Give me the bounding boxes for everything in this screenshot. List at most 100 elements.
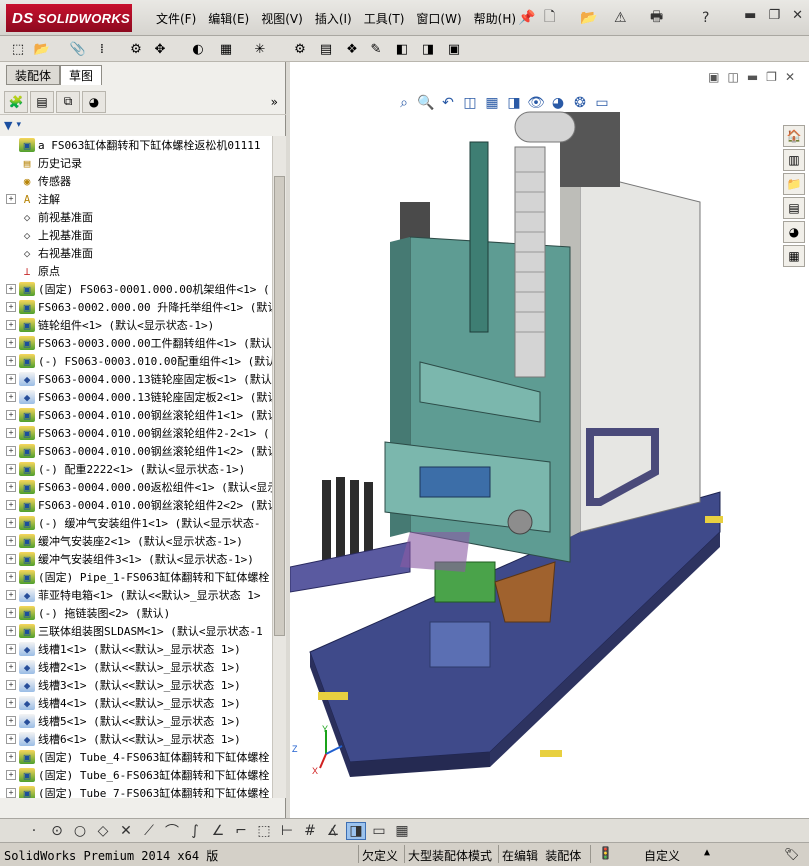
menu-view[interactable]: 视图(V) (255, 9, 309, 28)
reference-geometry-icon[interactable]: ✳ (250, 39, 270, 59)
tree-item[interactable]: ◇ 右视基准面 (0, 244, 272, 262)
move-component-icon[interactable]: ✥ (150, 39, 170, 59)
menu-insert[interactable]: 插入(I) (309, 9, 358, 28)
viewport-two-icon[interactable]: ◫ (727, 70, 738, 84)
edit-appearance-icon[interactable]: ◕ (549, 94, 567, 112)
property-manager-icon[interactable]: ▤ (30, 90, 54, 113)
menu-edit[interactable]: 编辑(E) (202, 9, 255, 28)
minimize-icon[interactable]: ▬ (744, 8, 756, 23)
clearance-verification-icon[interactable]: ◨ (418, 39, 438, 59)
expand-panel-icon[interactable]: » (271, 95, 278, 109)
tree-item[interactable]: + ◆ FS063-0004.000.13链轮座固定板2<1> (默认 (0, 388, 272, 406)
units-custom[interactable]: 自定义 (644, 847, 680, 864)
tree-item[interactable]: + ▣ (固定) Tube_7-FS063缸体翻转和下缸体螺栓 (0, 784, 272, 798)
exploded-view-icon[interactable]: ❖ (342, 39, 362, 59)
tree-item[interactable]: + ◆ 线槽1<1> (默认<<默认>_显示状态 1>) (0, 640, 272, 658)
expand-icon[interactable]: + (6, 734, 16, 744)
view-settings-icon[interactable]: ▭ (593, 94, 611, 112)
bill-of-materials-icon[interactable]: ▤ (316, 39, 336, 59)
expand-icon[interactable]: + (6, 464, 16, 474)
expand-icon[interactable]: + (6, 680, 16, 690)
section-view-icon[interactable]: ◫ (461, 94, 479, 112)
expand-icon[interactable]: + (6, 338, 16, 348)
scrollbar-thumb[interactable] (274, 176, 285, 636)
mate-icon[interactable]: 📎 (68, 39, 88, 59)
expand-icon[interactable]: + (6, 284, 16, 294)
new-document-icon[interactable]: 🗋 (544, 7, 555, 29)
tag-icon[interactable]: 🏷 (784, 847, 799, 861)
feature-tree-icon[interactable]: 🧩 (4, 90, 28, 113)
expand-icon[interactable]: + (6, 518, 16, 528)
tree-item[interactable]: ⊥ 原点 (0, 262, 272, 280)
show-hidden-icon[interactable]: ◐ (188, 39, 208, 59)
viewport-restore-icon[interactable]: ❐ (766, 70, 777, 84)
pin-icon[interactable]: 📌 (518, 7, 535, 29)
spline-icon[interactable]: ∫ (185, 823, 205, 839)
tab-sketch[interactable]: 草图 (60, 65, 103, 85)
tree-item[interactable]: + ◆ 线槽2<1> (默认<<默认>_显示状态 1>) (0, 658, 272, 676)
tree-item[interactable]: + ◆ 线槽6<1> (默认<<默认>_显示状态 1>) (0, 730, 272, 748)
expand-icon[interactable]: + (6, 698, 16, 708)
tree-item[interactable]: + ▣ FS063-0002.000.00 升降托举组件<1> (默认 (0, 298, 272, 316)
new-motion-study-icon[interactable]: ⚙ (290, 39, 310, 59)
arc-icon[interactable]: ⌒ (162, 821, 182, 841)
menu-window[interactable]: 窗口(W) (410, 9, 467, 28)
tree-item[interactable]: + ▣ (固定) Tube_6-FS063缸体翻转和下缸体螺栓 (0, 766, 272, 784)
tree-item[interactable]: + ▣ FS063-0003.000.00工件翻转组件<1> (默认 (0, 334, 272, 352)
solidworks-logo[interactable]: DS SOLIDWORKS (6, 4, 132, 32)
explode-line-sketch-icon[interactable]: ✎ (366, 39, 386, 59)
expand-icon[interactable]: + (6, 482, 16, 492)
tree-item[interactable]: + ▣ (-) FS063-0003.010.00配重组件<1> (默认 (0, 352, 272, 370)
cube-view-icon[interactable]: ◨ (346, 821, 366, 840)
insert-component-icon[interactable]: ⬚ (8, 39, 28, 59)
tree-item[interactable]: ▤ 历史记录 (0, 154, 272, 172)
menu-tools[interactable]: 工具(T) (358, 9, 411, 28)
filter-icon[interactable]: ▼ (4, 119, 12, 132)
tree-item[interactable]: + ▣ 三联体组装图SLDASM<1> (默认<显示状态-1 (0, 622, 272, 640)
solidworks-resources-icon[interactable]: 🏠 (783, 125, 805, 147)
expand-icon[interactable]: + (6, 302, 16, 312)
tree-item[interactable]: + ▣ 缓冲气安装座2<1> (默认<显示状态-1>) (0, 532, 272, 550)
tree-item[interactable]: ◇ 上视基准面 (0, 226, 272, 244)
viewport-close-icon[interactable]: ✕ (785, 70, 795, 84)
zoom-to-fit-icon[interactable]: ⌕ (395, 94, 413, 112)
tree-item[interactable]: + ▣ FS063-0004.010.00钢丝滚轮组件1<1> (默认 (0, 406, 272, 424)
expand-icon[interactable]: + (6, 752, 16, 762)
expand-icon[interactable]: + (6, 428, 16, 438)
expand-icon[interactable]: + (6, 536, 16, 546)
circle-outline-icon[interactable]: ○ (70, 823, 90, 839)
smart-fasteners-icon[interactable]: ⚙ (126, 39, 146, 59)
tree-item[interactable]: + ▣ (固定) Tube_4-FS063缸体翻转和下缸体螺栓 (0, 748, 272, 766)
tree-item[interactable]: + ◆ 菲亚特电箱<1> (默认<<默认>_显示状态 1> (0, 586, 272, 604)
filter-dropdown-icon[interactable]: ▾ (16, 120, 21, 130)
tree-item[interactable]: + ▣ (-) 配重2222<1> (默认<显示状态-1>) (0, 460, 272, 478)
expand-icon[interactable]: + (6, 320, 16, 330)
menu-help[interactable]: 帮助(H) (468, 9, 522, 28)
tree-filter[interactable]: ▼ ▾ (4, 117, 282, 133)
tree-item[interactable]: + ◆ 线槽5<1> (默认<<默认>_显示状态 1>) (0, 712, 272, 730)
expand-icon[interactable]: + (6, 770, 16, 780)
configuration-manager-icon[interactable]: ⧉ (56, 90, 80, 113)
expand-icon[interactable]: + (6, 662, 16, 672)
zoom-to-area-icon[interactable]: 🔍 (417, 94, 435, 112)
previous-view-icon[interactable]: ↶ (439, 94, 457, 112)
view-orientation-icon[interactable]: ▦ (483, 94, 501, 112)
graphics-area[interactable]: Y Z X (290, 62, 809, 818)
rebuild-warning-icon[interactable]: ⚠ (614, 7, 627, 29)
tab-assembly[interactable]: 装配体 (6, 65, 61, 85)
tree-item[interactable]: + ▣ FS063-0004.000.00返松组件<1> (默认<显示 (0, 478, 272, 496)
expand-icon[interactable]: + (6, 572, 16, 582)
display-style-icon[interactable]: ◨ (505, 94, 523, 112)
tree-item[interactable]: + ▣ 缓冲气安装组件3<1> (默认<显示状态-1>) (0, 550, 272, 568)
tree-item[interactable]: + ▣ FS063-0004.010.00钢丝滚轮组件2-2<1> ( (0, 424, 272, 442)
open-part-icon[interactable]: 📂 (32, 39, 52, 59)
polygon-icon[interactable]: ◇ (93, 823, 113, 839)
line-icon[interactable]: ⟋ (139, 823, 159, 839)
tree-scrollbar[interactable] (272, 136, 286, 798)
trim-icon[interactable]: ✕ (116, 823, 136, 839)
tree-item[interactable]: ◉ 传感器 (0, 172, 272, 190)
tree-item[interactable]: + ▣ FS063-0004.010.00钢丝滚轮组件2<2> (默认 (0, 496, 272, 514)
expand-icon[interactable]: + (6, 356, 16, 366)
units-dropdown-icon[interactable]: ▲ (704, 847, 710, 858)
expand-icon[interactable]: + (6, 500, 16, 510)
